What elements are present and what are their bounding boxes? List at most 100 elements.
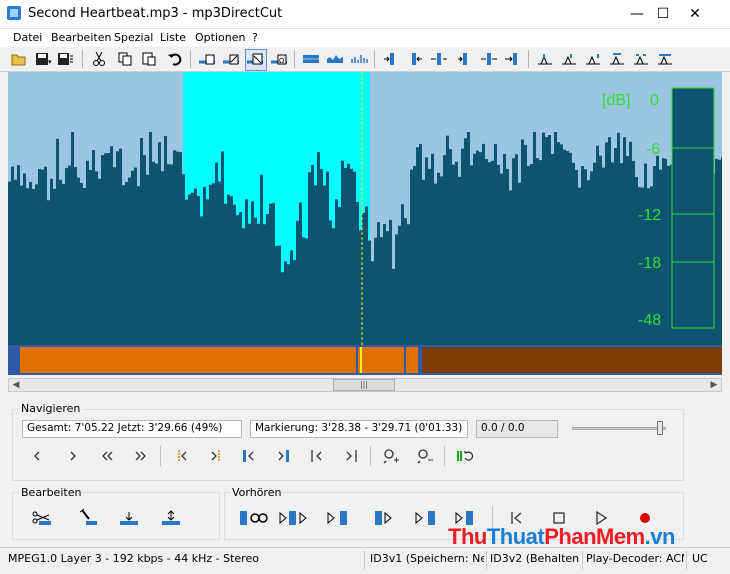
end-icon: [346, 450, 357, 462]
record-3-button[interactable]: [584, 50, 602, 68]
zoom-in-button[interactable]: [380, 446, 402, 466]
overview-strip[interactable]: [8, 345, 722, 375]
level-meter: [671, 87, 715, 329]
navigation-group-label: Navigieren: [19, 402, 83, 415]
scroll-thumb[interactable]: |||: [333, 379, 395, 391]
cue-button[interactable]: [456, 50, 474, 68]
record-4-button[interactable]: [608, 50, 626, 68]
overview-segment-1[interactable]: [20, 347, 356, 373]
nav-prev-fast-button[interactable]: [96, 446, 118, 466]
waveform-graph[interactable]: [dB] 0 -6 -12 -18 -48: [8, 72, 722, 345]
preview-group-label: Vorhören: [230, 486, 284, 499]
edit-cut-button[interactable]: [30, 508, 52, 528]
edit-group-label: Bearbeiten: [19, 486, 84, 499]
zoom-out-icon: [417, 449, 433, 464]
record-2-button[interactable]: [560, 50, 578, 68]
overview-segment-3[interactable]: [406, 347, 418, 373]
status-format: MPEG1.0 Layer 3 - 192 kbps - 44 kHz - St…: [8, 552, 259, 565]
copy-button[interactable]: [116, 50, 134, 68]
nav-prev-button[interactable]: [26, 446, 48, 466]
marker-start-icon: [384, 53, 394, 65]
position-slider-thumb[interactable]: [657, 421, 664, 435]
preview-loop-icon: [240, 511, 268, 525]
menu-spezial[interactable]: Spezial: [114, 31, 153, 44]
paste-icon: [142, 52, 156, 66]
svg-text:▾: ▾: [48, 58, 52, 66]
save-as-button[interactable]: [56, 50, 74, 68]
nav-sel-start-button[interactable]: [238, 446, 260, 466]
undo-button[interactable]: [166, 50, 184, 68]
overview-segment-2[interactable]: [358, 347, 404, 373]
view-2-button[interactable]: [326, 50, 344, 68]
edit-fade-button[interactable]: [118, 508, 140, 528]
preview-play-around-button[interactable]: [278, 508, 314, 528]
save-button[interactable]: ▾: [34, 50, 52, 68]
volume-button[interactable]: Ω: [270, 50, 288, 68]
nav-sel-end-button[interactable]: [272, 446, 294, 466]
svg-text:Ω: Ω: [279, 57, 285, 65]
cut-button[interactable]: [90, 50, 108, 68]
menu-help[interactable]: ?: [252, 31, 258, 44]
watermark-part-4: .vn: [644, 524, 676, 549]
paste-button[interactable]: [140, 50, 158, 68]
preview-play-from-sel-icon: [415, 511, 435, 525]
marker-end-button[interactable]: [406, 50, 424, 68]
status-id3v1: ID3v1 (Speichern: Nein): [370, 552, 484, 565]
pause-loop-button[interactable]: [454, 446, 476, 466]
marker-start-button[interactable]: [382, 50, 400, 68]
scroll-left-button[interactable]: ◀: [9, 379, 23, 391]
record-1-button[interactable]: [536, 50, 554, 68]
copy-icon: [118, 52, 132, 66]
preview-play-sel-button[interactable]: [372, 508, 398, 528]
nav-start-marker-button[interactable]: [172, 446, 194, 466]
scroll-right-button[interactable]: ▶: [707, 379, 721, 391]
fade-in-button[interactable]: [222, 50, 240, 68]
menu-liste[interactable]: Liste: [160, 31, 186, 44]
window-title: Second Heartbeat.mp3 - mp3DirectCut: [28, 6, 283, 21]
menu-optionen[interactable]: Optionen: [195, 31, 245, 44]
view-3-button[interactable]: [350, 50, 368, 68]
view-3-icon: [351, 55, 368, 63]
preview-loop-button[interactable]: [238, 508, 270, 528]
preview-play-to-sel-button[interactable]: [326, 508, 352, 528]
zoom-in-icon: [383, 449, 399, 464]
menu-bearbeiten[interactable]: Bearbeiten: [51, 31, 111, 44]
nav-begin-button[interactable]: [306, 446, 328, 466]
fade-out-button[interactable]: [245, 49, 267, 71]
menu-datei[interactable]: Datei: [13, 31, 42, 44]
nav-next-button[interactable]: [62, 446, 84, 466]
maximize-button[interactable]: ☐: [648, 4, 678, 24]
record-4-icon: [610, 53, 624, 65]
normalize-icon: [199, 54, 215, 65]
cue-end-icon: [505, 53, 517, 65]
split-button[interactable]: [430, 50, 448, 68]
close-button[interactable]: ✕: [680, 4, 710, 24]
zoom-out-button[interactable]: [414, 446, 436, 466]
open-icon: [11, 54, 26, 66]
preview-play-from-sel-button[interactable]: [414, 508, 440, 528]
meter-label-12: -12: [638, 207, 661, 224]
cue-both-button[interactable]: [480, 50, 498, 68]
open-button[interactable]: [10, 50, 28, 68]
nav-end-button[interactable]: [340, 446, 362, 466]
marking-field: Markierung: 3'28.38 - 3'29.71 (0'01.33): [250, 420, 468, 438]
record-6-button[interactable]: [656, 50, 674, 68]
nav-next-fast-button[interactable]: [130, 446, 152, 466]
normalize-button[interactable]: [198, 50, 216, 68]
split-icon: [431, 53, 447, 65]
nav-end-marker-button[interactable]: [204, 446, 226, 466]
counter-field: 0.0 / 0.0: [476, 420, 558, 438]
overview-cursor: [360, 347, 362, 373]
view-1-button[interactable]: [302, 50, 320, 68]
pause-loop-icon: [457, 451, 474, 461]
horizontal-scrollbar[interactable]: ◀ ||| ▶: [8, 378, 722, 392]
edit-paste-button[interactable]: [76, 508, 98, 528]
cue-end-button[interactable]: [504, 50, 522, 68]
toolbar: ▾ Ω: [0, 47, 730, 72]
overview-segment-4[interactable]: [422, 347, 722, 373]
position-slider-track[interactable]: [572, 427, 666, 430]
edit-volume-button[interactable]: [160, 508, 182, 528]
meter-label-48: -48: [638, 312, 661, 329]
record-5-button[interactable]: [632, 50, 650, 68]
waveform-view[interactable]: [dB] 0 -6 -12 -18 -48: [8, 72, 722, 345]
